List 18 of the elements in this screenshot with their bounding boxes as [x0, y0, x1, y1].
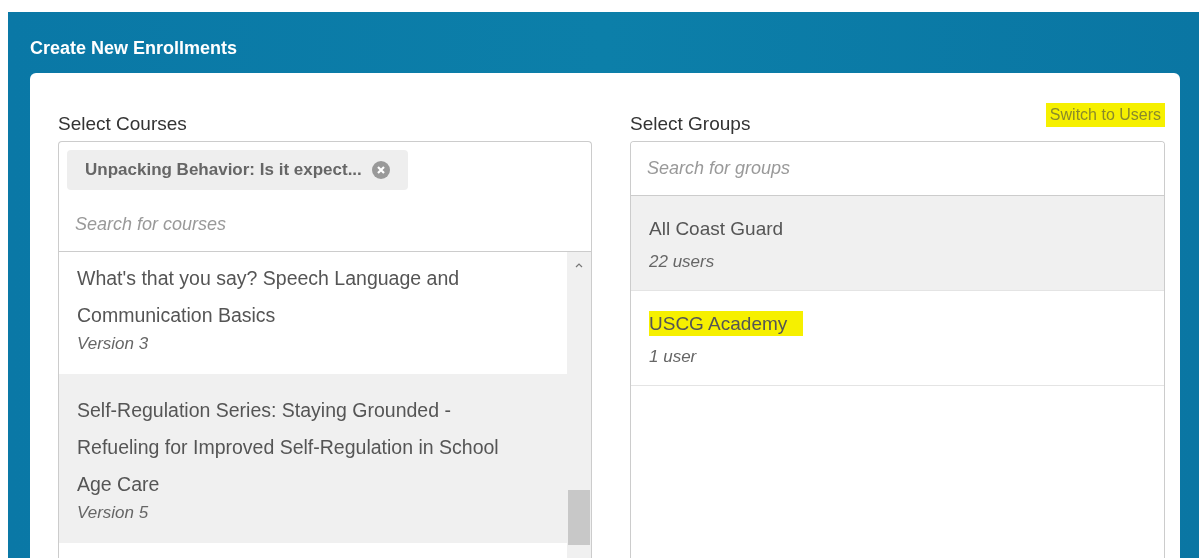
course-version: Version 5: [77, 503, 150, 523]
scroll-thumb[interactable]: [568, 490, 590, 545]
group-item[interactable]: All Coast Guard 22 users: [631, 196, 1164, 291]
course-title: Self-Regulation Series: Staying Grounded - Refueling for Improved Self-Regulation in School Age Care: [77, 398, 500, 497]
dialog-title: Create New Enrollments: [30, 37, 239, 60]
courses-label: Select Courses: [58, 113, 187, 136]
group-name: USCG Academy: [649, 311, 804, 336]
course-title: What's that you say? Speech Language and Communication Basics: [77, 266, 461, 328]
course-item[interactable]: Self-Regulation Series: Staying Grounded - Refueling for Improved Self-Regulation in School Age Care Version 5: [59, 374, 567, 543]
group-user-count: 22 users: [649, 252, 716, 272]
scrollbar[interactable]: [567, 252, 591, 558]
chip-label: Unpacking Behavior: Is it expect...: [85, 160, 362, 180]
group-name: All Coast Guard: [649, 218, 784, 239]
course-version: Version 3: [77, 334, 150, 354]
scroll-up-icon[interactable]: [575, 262, 583, 268]
groups-label: Select Groups: [630, 113, 751, 136]
group-user-count: 1 user: [649, 347, 698, 367]
remove-icon[interactable]: [371, 161, 390, 179]
